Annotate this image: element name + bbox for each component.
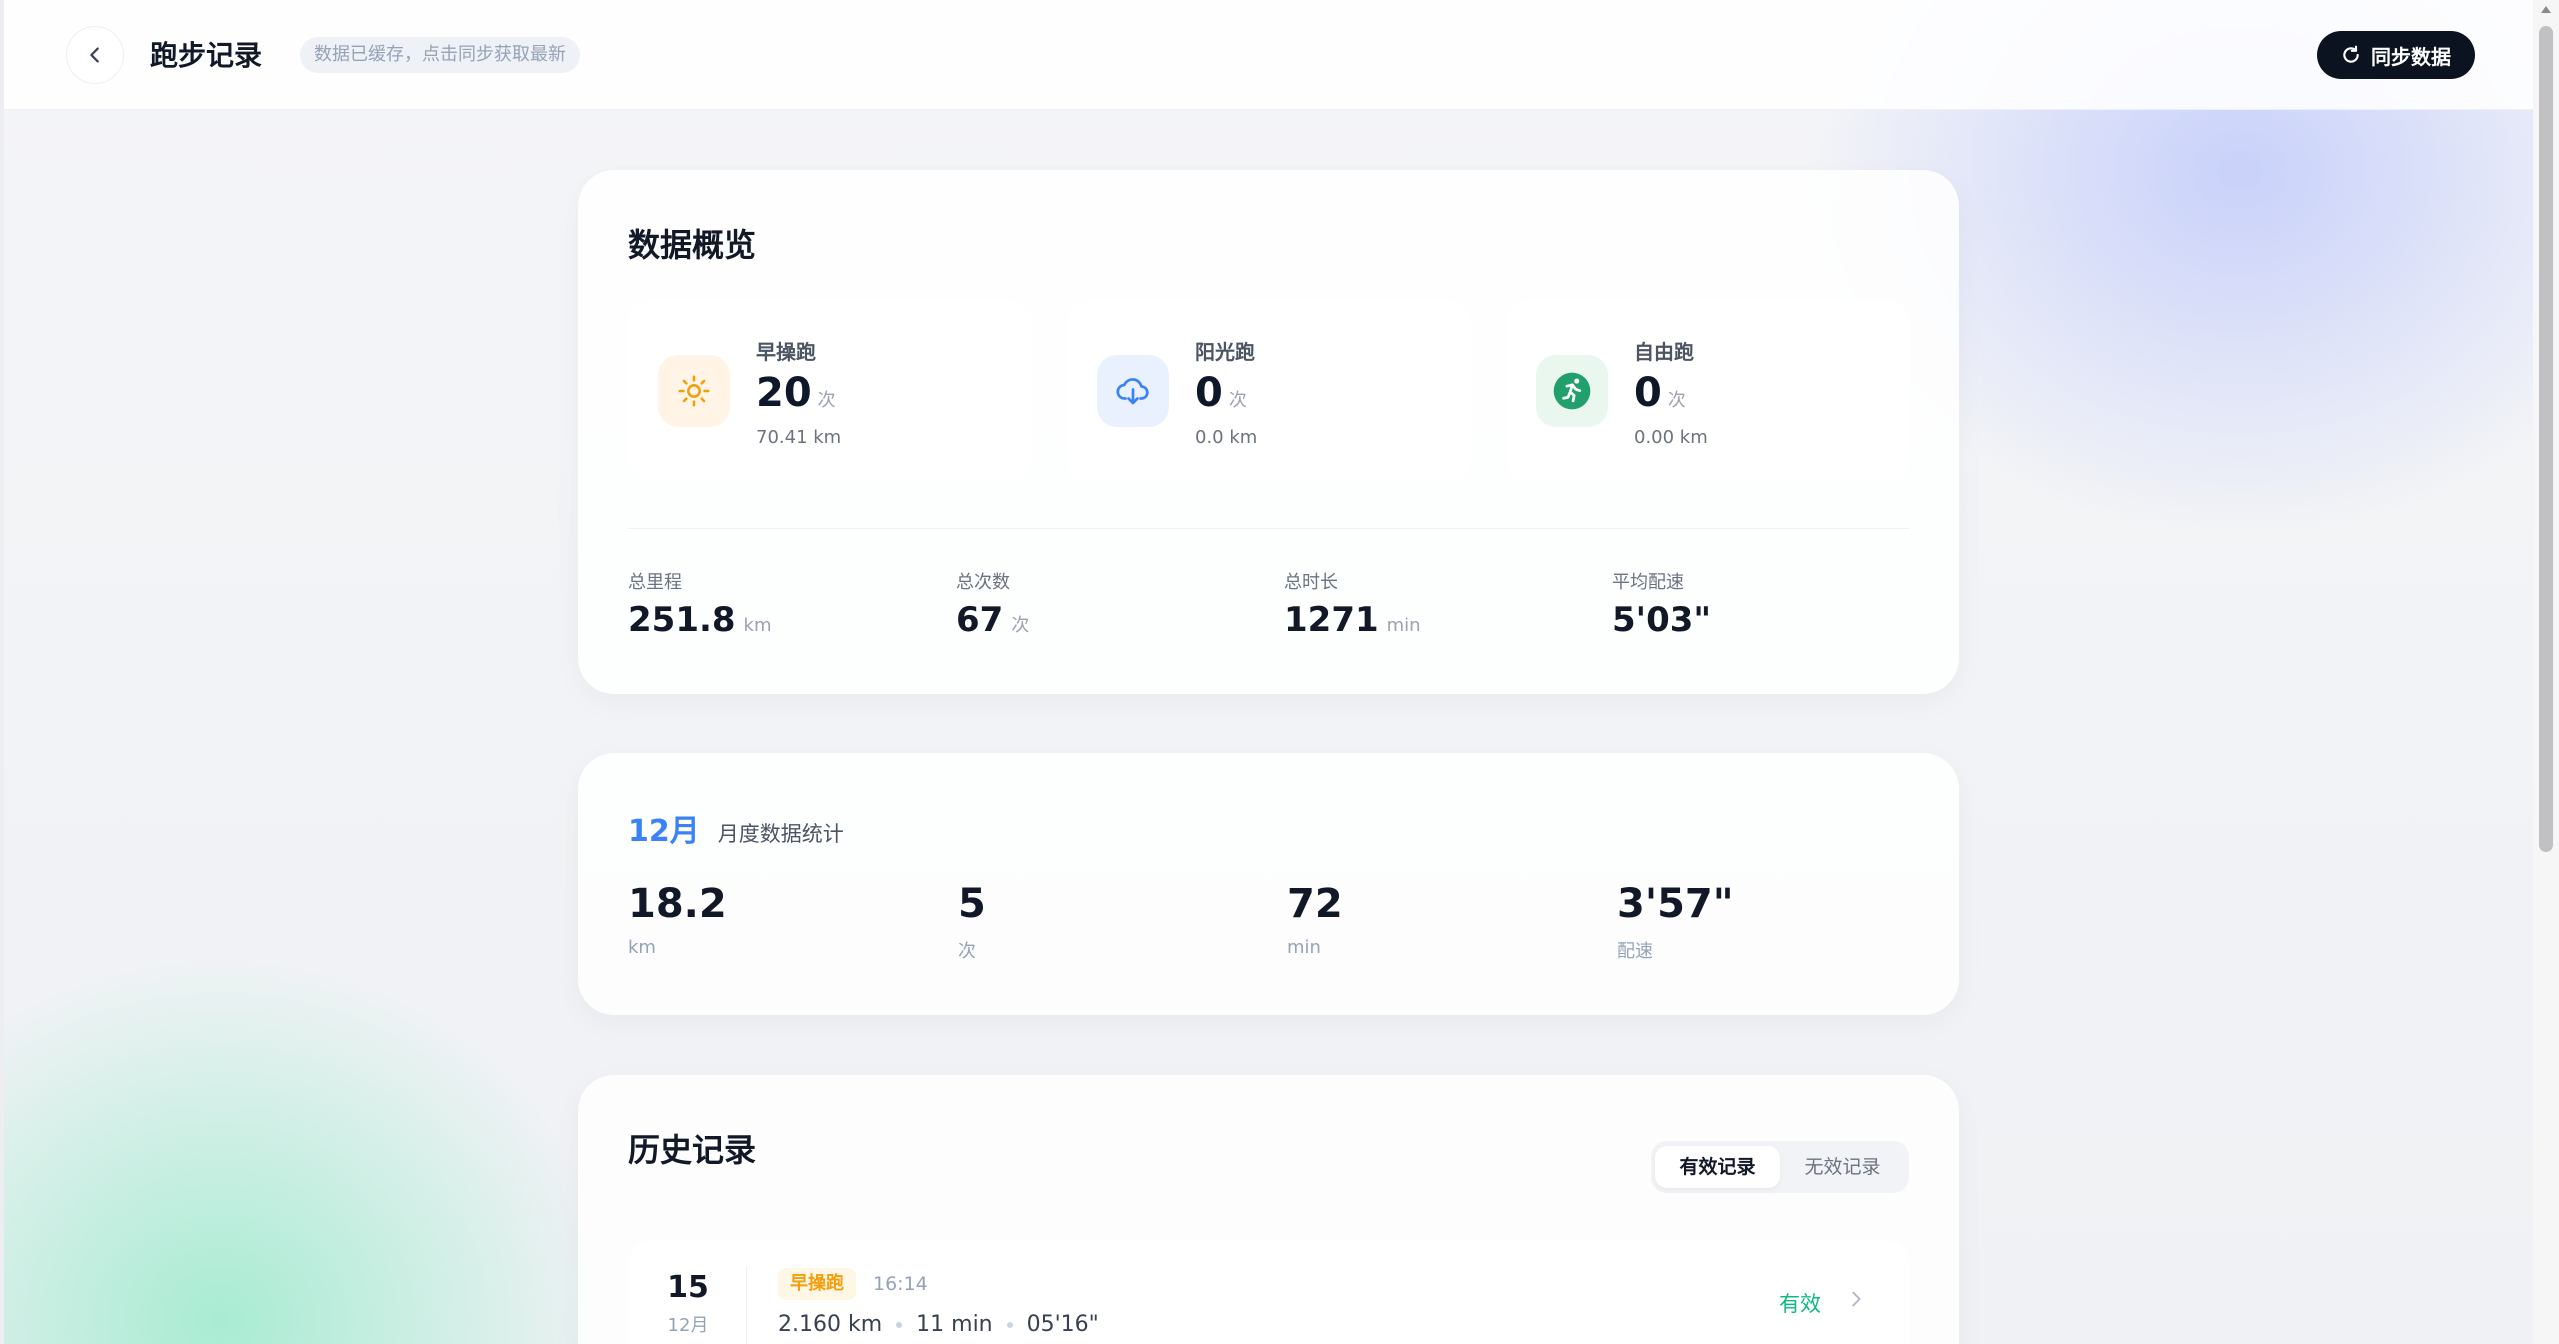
record-type-badge: 早操跑 xyxy=(778,1268,856,1300)
back-button[interactable] xyxy=(66,26,124,84)
type-distance: 70.41 km xyxy=(756,427,842,448)
record-date: 15 12月 xyxy=(667,1270,709,1336)
tab-invalid-records[interactable]: 无效记录 xyxy=(1780,1146,1905,1188)
runner-icon xyxy=(1536,355,1608,427)
type-name: 早操跑 xyxy=(756,340,816,364)
type-distance: 0.00 km xyxy=(1634,427,1708,448)
type-card-free[interactable]: 自由跑 0次 0.00 km xyxy=(1506,300,1910,482)
record-duration: 11 min xyxy=(916,1312,993,1337)
overview-title: 数据概览 xyxy=(628,226,757,264)
type-card-morning[interactable]: 早操跑 20 次 70.41 km xyxy=(628,300,1032,482)
separator-dot xyxy=(1006,1321,1013,1328)
sync-data-label: 同步数据 xyxy=(2371,44,2451,69)
monthly-header: 12月 月度数据统计 xyxy=(628,806,844,850)
type-count: 0次 xyxy=(1195,370,1247,416)
history-card: 历史记录 有效记录 无效记录 15 12月 早操跑 16:14 2.160 km… xyxy=(578,1075,1959,1344)
month-name: 12月 xyxy=(628,814,700,849)
scroll-up-arrow-icon[interactable] xyxy=(2541,6,2551,13)
refresh-icon xyxy=(2343,45,2359,63)
chevron-right-icon xyxy=(1852,1291,1861,1307)
type-card-sunshine[interactable]: 阳光跑 0次 0.0 km xyxy=(1067,300,1471,482)
scrollbar-thumb[interactable] xyxy=(2539,26,2553,852)
tab-valid-records[interactable]: 有效记录 xyxy=(1655,1146,1780,1188)
record-pace: 05'16" xyxy=(1026,1312,1099,1337)
sync-data-button[interactable]: 同步数据 xyxy=(2317,31,2475,79)
scrollbar[interactable] xyxy=(2533,0,2559,1344)
record-time: 16:14 xyxy=(873,1273,928,1295)
monthly-duration: 72 min xyxy=(1287,881,1343,958)
record-item[interactable]: 15 12月 早操跑 16:14 2.160 km 11 min 05'16" … xyxy=(628,1240,1909,1344)
monthly-stats-card: 12月 月度数据统计 18.2 km 5 次 72 min 3'57" 配速 xyxy=(578,753,1959,1015)
total-distance: 总里程 251.8 km xyxy=(628,572,772,640)
history-title: 历史记录 xyxy=(628,1131,757,1169)
record-filter-tabs: 有效记录 无效记录 xyxy=(1651,1141,1909,1193)
record-stats: 2.160 km 11 min 05'16" xyxy=(778,1312,1099,1337)
type-name: 自由跑 xyxy=(1634,340,1694,364)
cache-status-badge: 数据已缓存，点击同步获取最新 xyxy=(300,37,580,73)
divider xyxy=(746,1266,747,1344)
type-count: 0次 xyxy=(1634,370,1686,416)
cloud-download-icon xyxy=(1097,355,1169,427)
average-pace: 平均配速 5'03" xyxy=(1612,572,1712,640)
page-title: 跑步记录 xyxy=(150,39,263,72)
top-bar: 跑步记录 数据已缓存，点击同步获取最新 同步数据 xyxy=(4,0,2533,110)
total-count: 总次数 67 次 xyxy=(956,572,1030,640)
type-count: 20 次 xyxy=(756,370,836,416)
type-name: 阳光跑 xyxy=(1195,340,1255,364)
divider xyxy=(628,528,1909,529)
record-distance: 2.160 km xyxy=(778,1312,883,1337)
overview-card: 数据概览 早操跑 20 次 70.41 km 阳光跑 0次 0.0 km 自由跑… xyxy=(578,170,1959,694)
chevron-left-icon xyxy=(90,47,99,63)
separator-dot xyxy=(896,1321,903,1328)
monthly-pace: 3'57" 配速 xyxy=(1617,881,1734,962)
sun-icon xyxy=(658,355,730,427)
monthly-count: 5 次 xyxy=(958,881,986,962)
total-duration: 总时长 1271 min xyxy=(1284,572,1421,640)
monthly-distance: 18.2 km xyxy=(628,881,727,958)
type-distance: 0.0 km xyxy=(1195,427,1258,448)
record-status: 有效 xyxy=(1779,1292,1821,1316)
monthly-subtitle: 月度数据统计 xyxy=(717,822,844,846)
